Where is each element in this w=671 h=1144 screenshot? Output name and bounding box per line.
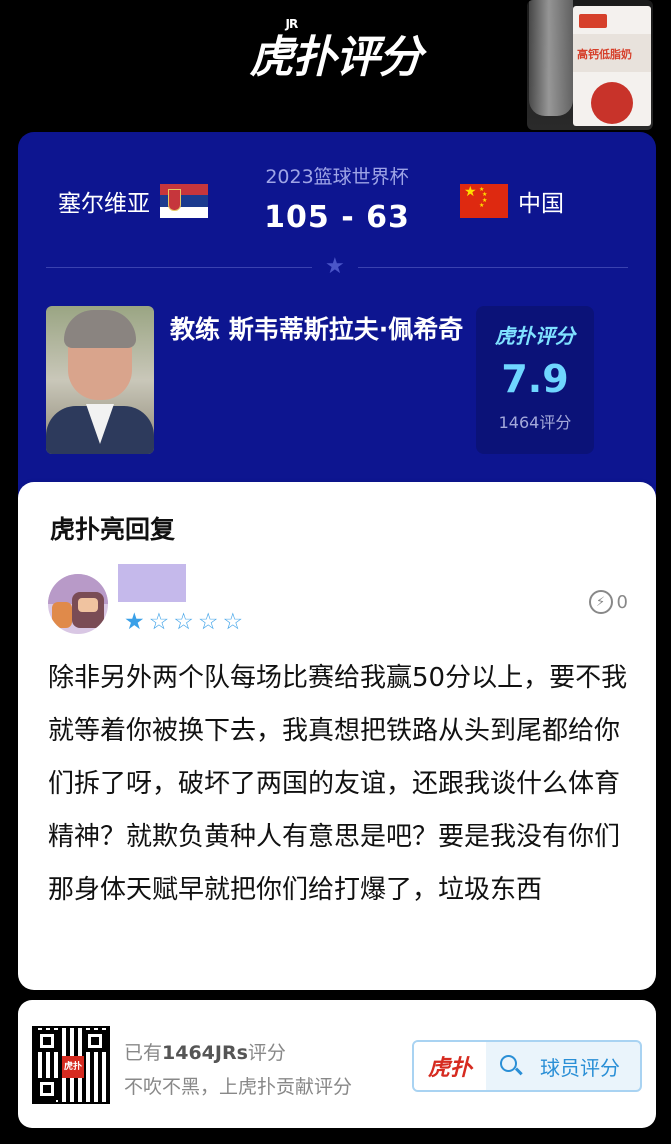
username-redacted[interactable]	[118, 564, 186, 602]
logo-text: 虎扑评分	[249, 32, 423, 83]
star-divider-icon: ★	[325, 254, 345, 279]
reply-card: 虎扑亮回复 ★ ☆ ☆ ☆ ☆ ⚡ 0 除非另外两个队每场比赛给我赢50分以上，…	[18, 482, 656, 990]
logo-superscript: JR	[285, 17, 299, 31]
team-right: ★ ★ ★ ★ ★ 中国	[460, 184, 564, 218]
page: 虎扑评分 JR 高钙低脂奶 塞尔维亚 2023篮球世界杯 105 - 63 ★ …	[0, 0, 671, 1144]
avatar[interactable]	[48, 574, 108, 634]
star-empty-icon: ☆	[197, 609, 219, 635]
qr-code[interactable]: 虎扑	[32, 1026, 110, 1104]
ad-milk-bottle	[529, 0, 573, 116]
footer: 虎扑 已有1464JRs评分 不吹不黑，上虎扑贡献评分 虎扑 球员评分	[18, 1000, 656, 1128]
ad-milk-pack: 高钙低脂奶	[573, 6, 651, 126]
divider-right	[358, 267, 628, 268]
star-empty-icon: ☆	[148, 609, 170, 635]
divider-left	[46, 267, 312, 268]
search-icon	[500, 1055, 523, 1077]
like-count: 0	[616, 591, 628, 613]
star-rating: ★ ☆ ☆ ☆ ☆	[124, 610, 243, 634]
qr-logo: 虎扑	[62, 1056, 84, 1078]
star-empty-icon: ☆	[222, 609, 244, 635]
player-rating-button[interactable]: 虎扑 球员评分	[412, 1040, 642, 1092]
rating-count: 1464评分	[498, 413, 572, 432]
footer-slogan: 不吹不黑，上虎扑贡献评分	[124, 1076, 353, 1098]
player-rating-label: 球员评分	[540, 1055, 620, 1080]
footer-rating-count: 已有1464JRs评分	[124, 1042, 286, 1064]
hupu-rating-logo: 虎扑评分 JR	[249, 17, 423, 85]
rating-box[interactable]: 虎扑评分 7.9 1464评分	[476, 306, 594, 454]
hupu-logo: 虎扑	[414, 1042, 486, 1090]
coach-photo[interactable]	[46, 306, 154, 454]
china-flag-icon: ★ ★ ★ ★ ★	[460, 184, 508, 218]
like-button[interactable]: ⚡ 0	[588, 590, 628, 614]
lightbulb-icon: ⚡	[588, 590, 613, 614]
reply-text: 除非另外两个队每场比赛给我赢50分以上，要不我就等着你被换下去，我真想把铁路从头…	[48, 663, 628, 905]
ad-image[interactable]: 高钙低脂奶	[527, 0, 653, 130]
rating-score: 7.9	[501, 357, 569, 401]
coach-name[interactable]: 教练 斯韦蒂斯拉夫·佩希奇	[170, 308, 470, 352]
match-card: 塞尔维亚 2023篮球世界杯 105 - 63 ★ ★ ★ ★ ★ 中国 ★ 教…	[18, 132, 656, 512]
reply-section-title: 虎扑亮回复	[50, 515, 176, 544]
ad-pack-text: 高钙低脂奶	[577, 48, 632, 61]
team-right-name: 中国	[518, 191, 564, 217]
rating-logo: 虎扑评分	[495, 324, 575, 348]
star-filled-icon: ★	[124, 609, 145, 635]
star-empty-icon: ☆	[173, 609, 194, 635]
